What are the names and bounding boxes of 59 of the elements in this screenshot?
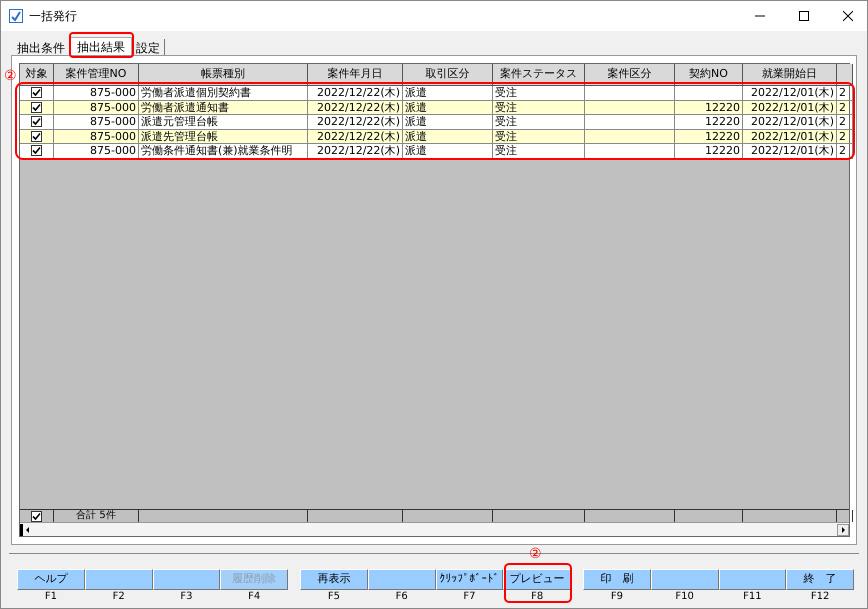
maximize-icon[interactable] [799,11,809,21]
function-key-button[interactable]: 終 了 [786,569,854,590]
column-header: 取引区分 [403,64,493,86]
key-label: F8 [531,592,544,602]
window-title: 一括発行 [29,8,77,25]
checkbox[interactable] [31,116,42,128]
app-icon [9,9,23,23]
function-key-button[interactable] [84,569,152,590]
column-header: 案件年月日 [308,64,403,86]
horizontal-scrollbar[interactable] [20,522,849,536]
key-label: F9 [610,592,623,602]
close-icon[interactable] [843,11,853,21]
table-cell: 労働条件通知書(兼)就業条件明 [139,144,308,158]
function-key-button[interactable]: ｸﾘｯﾌﾟﾎﾞｰﾄﾞ [436,569,504,590]
column-header: 案件区分 [585,64,675,86]
checkbox[interactable] [31,130,42,142]
column-header: 案件ステータス [493,64,585,86]
total-count: 合計 5件 [76,511,116,521]
annotation-number: ② [4,69,17,83]
function-key-button[interactable]: 再表示 [300,569,368,590]
key-label: F6 [396,592,408,602]
table-cell: 2022/12/22(木) [308,144,403,158]
table-cell: 派遣 [403,144,493,158]
table-cell: 875-000 [54,144,139,158]
function-key-button[interactable] [718,569,786,590]
key-label: F3 [180,592,192,602]
function-key-button[interactable]: 印 刷 [583,569,651,590]
key-label: F5 [328,592,340,602]
function-key-button[interactable]: ヘルプ [17,569,85,590]
column-header: 対象 [20,64,54,86]
checkbox[interactable] [31,145,42,156]
key-label: F11 [743,592,762,602]
checkbox[interactable] [31,510,42,522]
scroll-right-icon[interactable] [837,524,849,536]
annotation-frame [504,563,572,603]
function-key-button[interactable] [368,569,436,590]
column-header [837,64,853,86]
key-label: F1 [44,592,57,602]
key-label: F12 [810,592,830,602]
key-label: F2 [112,592,125,602]
column-header: 帳票種別 [139,64,308,86]
checkbox[interactable] [31,102,42,113]
column-header: 契約NO [675,64,743,86]
table-cell: 受注 [493,144,585,158]
function-key-button[interactable]: プレビュー [503,569,571,590]
annotation-frame [69,32,134,58]
annotation-number: ② [529,547,542,561]
checkbox[interactable] [31,87,42,98]
key-label: F4 [248,592,260,602]
function-key-button[interactable] [650,569,718,590]
function-key-button[interactable] [152,569,220,590]
table-cell: 12220 [675,144,743,158]
tab[interactable]: 抽出結果 [70,37,132,55]
table-cell: 2 [837,144,853,158]
column-header: 就業開始日 [743,64,837,86]
table-cell: 2022/12/01(木) [743,144,837,158]
key-label: F10 [675,592,694,602]
column-header: 案件管理NO [54,64,139,86]
key-label: F7 [463,592,476,602]
